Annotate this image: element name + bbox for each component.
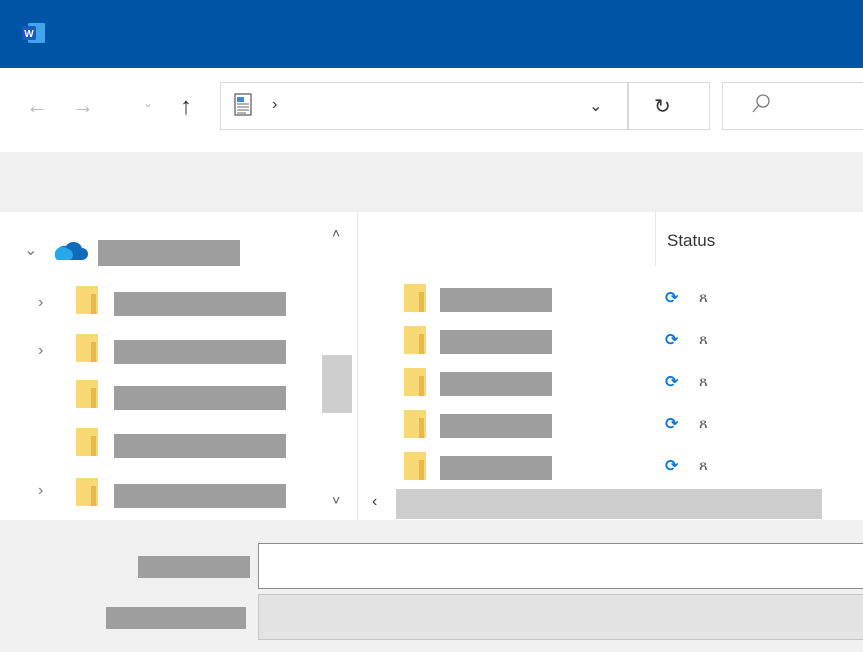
column-header-status[interactable]: Status bbox=[667, 231, 715, 251]
save-as-type-label bbox=[106, 607, 246, 629]
file-row[interactable]: ⟳ ጸ bbox=[358, 284, 863, 326]
shared-user-icon: ጸ bbox=[699, 331, 708, 348]
folder-icon bbox=[76, 478, 98, 511]
nav-item-label bbox=[114, 292, 286, 316]
document-location-icon bbox=[232, 92, 254, 118]
file-name bbox=[440, 330, 552, 354]
file-name bbox=[440, 288, 552, 312]
scroll-up-icon[interactable]: ˄ bbox=[332, 225, 340, 241]
shared-user-icon: ጸ bbox=[699, 415, 708, 432]
nav-item-label bbox=[98, 240, 240, 266]
file-name bbox=[440, 456, 552, 480]
refresh-icon[interactable]: ↻ bbox=[654, 94, 671, 119]
onedrive-cloud-icon bbox=[54, 240, 88, 267]
folder-icon bbox=[76, 380, 98, 413]
file-row[interactable]: ⟳ ጸ bbox=[358, 368, 863, 410]
title-bar bbox=[0, 0, 863, 68]
chevron-right-icon[interactable]: › bbox=[38, 294, 43, 312]
folder-icon bbox=[404, 410, 426, 443]
address-bar[interactable] bbox=[220, 82, 628, 130]
recent-locations-chevron-icon[interactable]: ⌄ bbox=[143, 97, 153, 109]
nav-item-label bbox=[114, 340, 286, 364]
shared-user-icon: ጸ bbox=[699, 457, 708, 474]
sync-pending-icon: ⟳ bbox=[665, 290, 679, 307]
file-name-label bbox=[138, 556, 250, 578]
folder-icon bbox=[76, 428, 98, 461]
svg-text:W: W bbox=[24, 29, 34, 40]
nav-item-folder[interactable]: › bbox=[0, 472, 318, 512]
column-divider[interactable] bbox=[655, 212, 656, 266]
nav-item-label bbox=[114, 484, 286, 508]
scroll-down-icon[interactable]: ˅ bbox=[332, 492, 340, 508]
folder-icon bbox=[404, 368, 426, 401]
file-name bbox=[440, 414, 552, 438]
folder-icon bbox=[404, 452, 426, 485]
chevron-right-icon[interactable]: › bbox=[38, 342, 43, 360]
shared-user-icon: ጸ bbox=[699, 289, 708, 306]
search-box[interactable] bbox=[722, 82, 863, 130]
nav-item-folder[interactable]: › bbox=[0, 282, 318, 326]
forward-arrow-icon[interactable]: → bbox=[72, 95, 94, 117]
scroll-left-icon[interactable]: ‹ bbox=[372, 493, 377, 511]
nav-item-folder[interactable] bbox=[0, 424, 318, 468]
breadcrumb-chevron-icon[interactable]: › bbox=[272, 96, 277, 114]
folder-icon bbox=[404, 284, 426, 317]
nav-item-folder[interactable] bbox=[0, 376, 318, 420]
file-row[interactable]: ⟳ ጸ bbox=[358, 410, 863, 452]
file-name-input[interactable] bbox=[258, 543, 863, 589]
nav-item-folder[interactable]: › bbox=[0, 330, 318, 374]
word-icon: W bbox=[22, 22, 46, 44]
up-arrow-icon[interactable]: ↑ bbox=[180, 95, 192, 119]
folder-icon bbox=[76, 286, 98, 319]
nav-item-label bbox=[114, 434, 286, 458]
search-icon bbox=[750, 93, 772, 115]
file-row[interactable]: ⟳ ጸ bbox=[358, 326, 863, 368]
sync-pending-icon: ⟳ bbox=[665, 374, 679, 391]
chevron-right-icon[interactable]: › bbox=[38, 482, 43, 500]
folder-icon bbox=[404, 326, 426, 359]
nav-item-label bbox=[114, 386, 286, 410]
shared-user-icon: ጸ bbox=[699, 373, 708, 390]
sync-pending-icon: ⟳ bbox=[665, 332, 679, 349]
address-dropdown-icon[interactable]: ⌄ bbox=[589, 96, 602, 116]
sync-pending-icon: ⟳ bbox=[665, 416, 679, 433]
save-as-type-select[interactable] bbox=[258, 594, 863, 640]
scrollbar-thumb[interactable] bbox=[322, 355, 352, 413]
nav-item-onedrive[interactable]: ⌄ bbox=[0, 230, 318, 274]
folder-icon bbox=[76, 334, 98, 367]
scrollbar-thumb[interactable] bbox=[396, 489, 822, 519]
back-arrow-icon[interactable]: ← bbox=[26, 95, 48, 117]
command-bar bbox=[0, 152, 863, 212]
chevron-down-icon[interactable]: ⌄ bbox=[24, 240, 37, 260]
sync-pending-icon: ⟳ bbox=[665, 458, 679, 475]
file-name bbox=[440, 372, 552, 396]
